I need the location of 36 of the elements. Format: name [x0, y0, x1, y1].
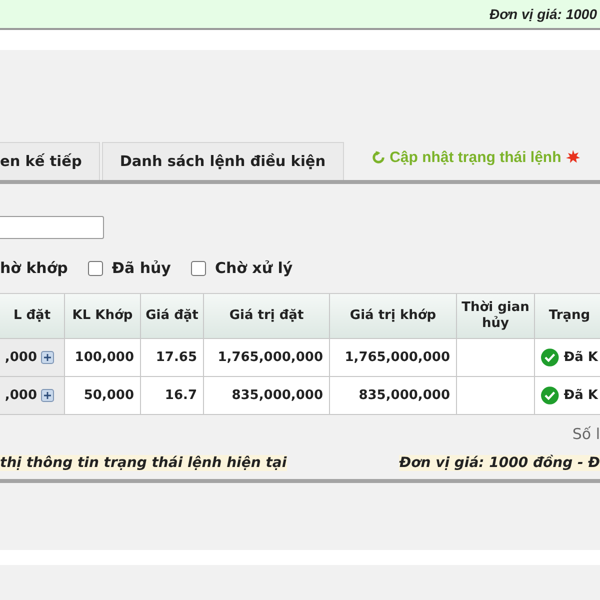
- price-unit-label: Đơn vị giá: 1000 đồng - Đ: [399, 455, 600, 471]
- table-cell: 17.65: [141, 339, 204, 377]
- tab[interactable]: en kế tiếp: [0, 142, 100, 180]
- price-unit-label: Đơn vị giá: 1000: [490, 6, 598, 22]
- table-cell: 835,000,000: [204, 377, 330, 415]
- status-note: thị thông tin trạng thái lệnh hiện tại: [0, 455, 287, 471]
- check-icon: [541, 385, 559, 406]
- table-cell: 16.7: [141, 377, 204, 415]
- checkbox[interactable]: [190, 260, 206, 276]
- table-cell: 1,765,000,000: [204, 339, 330, 377]
- filter-label: hờ khớp: [0, 259, 68, 277]
- table-cell: 50,000: [65, 377, 141, 415]
- expand-icon[interactable]: [41, 389, 54, 402]
- table-cell: 835,000,000: [330, 377, 457, 415]
- input-field[interactable]: [0, 216, 104, 239]
- column-header: Trạng: [535, 294, 600, 339]
- expand-icon[interactable]: [41, 351, 54, 364]
- checkbox[interactable]: [88, 260, 103, 276]
- tab[interactable]: Danh sách lệnh điều kiện: [102, 142, 344, 180]
- status-label: Đã K: [564, 350, 598, 365]
- pagination-label: Số l: [571, 425, 600, 445]
- filter-label: Đã hủy: [112, 259, 171, 277]
- column-header: Giá trị khớp: [330, 294, 457, 339]
- column-header: KL Khớp: [65, 294, 141, 339]
- column-header: Giá trị đặt: [204, 294, 330, 339]
- burst-icon: [566, 150, 580, 164]
- check-icon: [541, 347, 559, 368]
- column-header: Giá đặt: [141, 294, 204, 339]
- column-header: L đặt: [0, 294, 65, 339]
- status-label: Đã K: [564, 388, 598, 403]
- column-header: Thời gian hủy: [457, 294, 535, 339]
- cell-value: ,000: [4, 388, 37, 403]
- table-cell: 100,000: [65, 339, 141, 377]
- cell-value: ,000: [4, 350, 37, 365]
- table-cell: 1,765,000,000: [330, 339, 457, 377]
- filter-label: Chờ xử lý: [214, 259, 293, 277]
